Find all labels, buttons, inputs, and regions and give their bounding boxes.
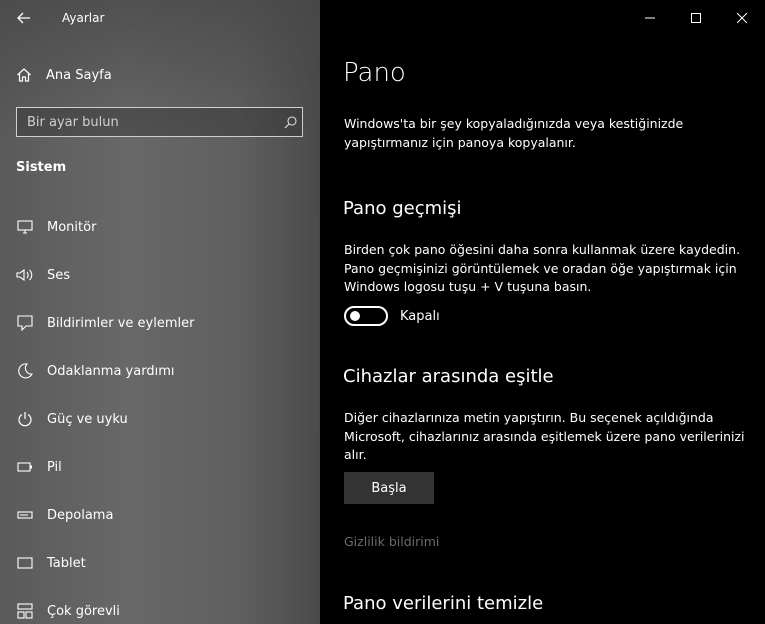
sidebar-item-label: Pil — [47, 459, 62, 475]
page-title: Pano — [343, 58, 406, 88]
sidebar-item-multitasking[interactable]: Çok görevli — [0, 591, 314, 624]
sidebar-item-power-sleep[interactable]: Güç ve uyku — [0, 399, 314, 439]
sidebar-item-sound[interactable]: Ses — [0, 255, 314, 295]
sidebar-item-tablet[interactable]: Tablet — [0, 543, 314, 583]
storage-icon — [16, 506, 34, 524]
speaker-icon — [16, 266, 34, 284]
power-icon — [16, 410, 34, 428]
clipboard-history-toggle-row: Kapalı — [344, 306, 440, 326]
sync-description: Diğer cihazlarınıza metin yapıştırın. Bu… — [344, 410, 745, 462]
battery-icon — [16, 458, 34, 476]
monitor-icon — [16, 218, 34, 236]
home-label: Ana Sayfa — [46, 67, 112, 83]
sidebar-item-storage[interactable]: Depolama — [0, 495, 314, 535]
sidebar-item-home[interactable]: Ana Sayfa — [16, 62, 112, 88]
multitasking-icon — [16, 602, 34, 620]
notification-icon — [16, 314, 34, 332]
sidebar-item-label: Odaklanma yardımı — [47, 363, 175, 379]
minimize-button[interactable] — [627, 0, 673, 36]
clipboard-history-toggle[interactable] — [344, 306, 388, 326]
intro-text: Windows'ta bir şey kopyaladığınızda veya… — [344, 116, 684, 150]
sidebar-item-battery[interactable]: Pil — [0, 447, 314, 487]
sidebar-item-monitor[interactable]: Monitör — [0, 207, 314, 247]
clipboard-history-heading: Pano geçmişi — [343, 198, 462, 219]
tablet-icon — [16, 554, 34, 572]
toggle-state-label: Kapalı — [400, 308, 440, 324]
get-started-button[interactable]: Başla — [344, 472, 434, 504]
search-icon[interactable] — [278, 115, 302, 129]
minimize-icon — [645, 17, 655, 19]
sidebar-item-label: Güç ve uyku — [47, 411, 128, 427]
sidebar-item-label: Çok görevli — [47, 603, 120, 619]
sidebar-item-label: Monitör — [47, 219, 97, 235]
sync-heading: Cihazlar arasında eşitle — [343, 366, 554, 387]
toggle-knob — [350, 311, 360, 321]
settings-sidebar: Ayarlar Ana Sayfa Bir ayar bulun Sistem … — [0, 0, 320, 624]
section-title: Sistem — [16, 160, 67, 175]
home-icon — [17, 68, 31, 82]
sidebar-item-label: Bildirimler ve eylemler — [47, 315, 195, 331]
settings-content: Pano Windows'ta bir şey kopyaladığınızda… — [320, 0, 765, 624]
clear-clipboard-heading: Pano verilerini temizle — [343, 593, 544, 614]
moon-icon — [16, 362, 34, 380]
back-button[interactable] — [10, 6, 38, 30]
maximize-icon — [691, 13, 701, 23]
sidebar-item-focus-assist[interactable]: Odaklanma yardımı — [0, 351, 314, 391]
search-placeholder: Bir ayar bulun — [27, 114, 119, 130]
sidebar-scrollbar[interactable] — [315, 215, 317, 430]
sidebar-item-label: Depolama — [47, 507, 114, 523]
sidebar-item-notifications[interactable]: Bildirimler ve eylemler — [0, 303, 314, 343]
privacy-statement-link[interactable]: Gizlilik bildirimi — [344, 534, 439, 549]
sidebar-item-label: Tablet — [47, 555, 86, 571]
back-arrow-icon — [17, 12, 30, 24]
window-controls — [627, 0, 765, 36]
maximize-button[interactable] — [673, 0, 719, 36]
sidebar-titlebar: Ayarlar — [0, 0, 320, 36]
search-input[interactable]: Bir ayar bulun — [16, 107, 303, 137]
clipboard-history-description: Birden çok pano öğesini daha sonra kulla… — [344, 242, 741, 294]
close-button[interactable] — [719, 0, 765, 36]
app-title: Ayarlar — [62, 11, 105, 25]
close-icon — [737, 13, 747, 23]
sidebar-item-label: Ses — [47, 267, 71, 283]
